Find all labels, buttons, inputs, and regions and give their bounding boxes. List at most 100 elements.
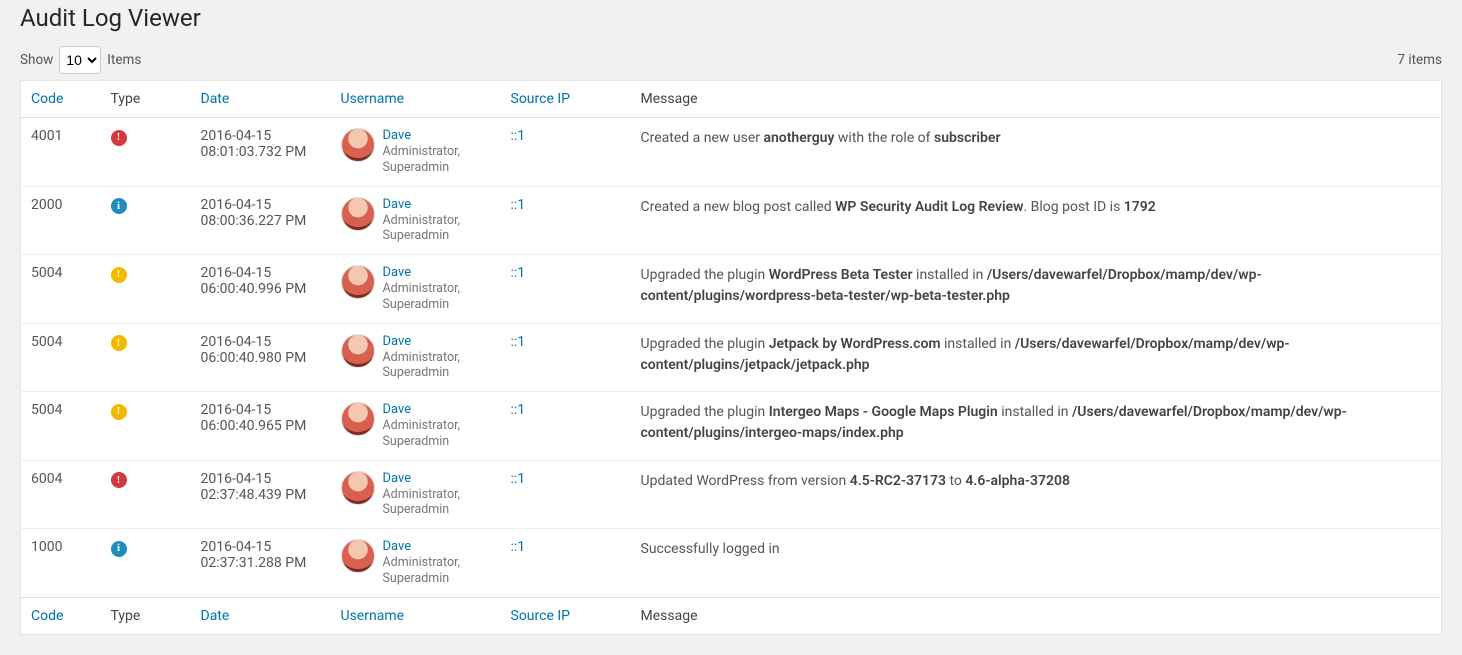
cell-code: 5004 [21,323,101,392]
cell-type: ! [101,118,191,187]
message-text: Created a new user anotherguy with the r… [641,128,1432,149]
user-link[interactable]: Dave [383,402,491,418]
date-line1: 2016-04-15 [201,539,321,555]
message-text: Successfully logged in [641,539,1432,560]
cell-source-ip: ::1 [501,392,631,461]
cell-type: ! [101,460,191,529]
cell-message: Upgraded the plugin Jetpack by WordPress… [631,323,1442,392]
user-link[interactable]: Dave [383,265,491,281]
col-header-code[interactable]: Code [31,91,63,107]
date-line2: 02:37:48.439 PM [201,487,321,503]
cell-username: DaveAdministrator, Superadmin [331,392,501,461]
user-link[interactable]: Dave [383,197,491,213]
info-icon: i [111,541,127,557]
source-ip-link[interactable]: ::1 [511,128,526,144]
user-role: Administrator, Superadmin [383,555,491,586]
cell-date: 2016-04-1508:01:03.732 PM [191,118,331,187]
cell-username: DaveAdministrator, Superadmin [331,186,501,255]
col-footer-source-ip[interactable]: Source IP [511,608,571,624]
cell-source-ip: ::1 [501,460,631,529]
message-text: Upgraded the plugin Intergeo Maps - Goog… [641,402,1432,444]
user-role: Administrator, Superadmin [383,144,491,175]
cell-username: DaveAdministrator, Superadmin [331,118,501,187]
cell-source-ip: ::1 [501,323,631,392]
user-link[interactable]: Dave [383,334,491,350]
table-row: 1000 i 2016-04-1502:37:31.288 PM DaveAdmini… [21,529,1442,598]
user-role: Administrator, Superadmin [383,281,491,312]
source-ip-link[interactable]: ::1 [511,539,526,555]
source-ip-link[interactable]: ::1 [511,471,526,487]
source-ip-link[interactable]: ::1 [511,334,526,350]
user-link[interactable]: Dave [383,128,491,144]
cell-date: 2016-04-1506:00:40.980 PM [191,323,331,392]
cell-type: i [101,186,191,255]
col-footer-message: Message [631,597,1442,634]
date-line1: 2016-04-15 [201,334,321,350]
message-text: Upgraded the plugin Jetpack by WordPress… [641,334,1432,376]
avatar [341,334,375,368]
date-line2: 08:00:36.227 PM [201,213,321,229]
user-link[interactable]: Dave [383,471,491,487]
show-label: Show [20,52,53,68]
message-text: Updated WordPress from version 4.5-RC2-3… [641,471,1432,492]
avatar [341,539,375,573]
source-ip-link[interactable]: ::1 [511,197,526,213]
col-footer-date[interactable]: Date [201,608,230,624]
col-footer-code[interactable]: Code [31,608,63,624]
cell-username: DaveAdministrator, Superadmin [331,255,501,324]
avatar [341,265,375,299]
date-line2: 08:01:03.732 PM [201,144,321,160]
date-line1: 2016-04-15 [201,197,321,213]
avatar [341,128,375,162]
per-page-select[interactable]: 10 [59,46,101,74]
cell-message: Updated WordPress from version 4.5-RC2-3… [631,460,1442,529]
cell-source-ip: ::1 [501,529,631,598]
cell-message: Created a new blog post called WP Securi… [631,186,1442,255]
cell-type: ! [101,323,191,392]
user-role: Administrator, Superadmin [383,418,491,449]
avatar [341,471,375,505]
info-icon: i [111,198,127,214]
message-text: Created a new blog post called WP Securi… [641,197,1432,218]
cell-message: Upgraded the plugin Intergeo Maps - Goog… [631,392,1442,461]
col-footer-username[interactable]: Username [341,608,405,624]
cell-date: 2016-04-1508:00:36.227 PM [191,186,331,255]
critical-icon: ! [111,130,127,146]
cell-date: 2016-04-1506:00:40.965 PM [191,392,331,461]
col-header-username[interactable]: Username [341,91,405,107]
date-line2: 02:37:31.288 PM [201,555,321,571]
cell-type: ! [101,255,191,324]
source-ip-link[interactable]: ::1 [511,265,526,281]
cell-code: 5004 [21,392,101,461]
date-line2: 06:00:40.965 PM [201,418,321,434]
table-row: 2000i2016-04-1508:00:36.227 PMDaveAdmini… [21,186,1442,255]
cell-code: 5004 [21,255,101,324]
cell-code: 2000 [21,186,101,255]
cell-source-ip: ::1 [501,186,631,255]
cell-type: ! [101,392,191,461]
cell-message: Upgraded the plugin WordPress Beta Teste… [631,255,1442,324]
audit-log-table: Code Type Date Username Source IP Messag… [20,80,1442,635]
user-role: Administrator, Superadmin [383,350,491,381]
cell-message: Created a new user anotherguy with the r… [631,118,1442,187]
user-link[interactable]: Dave [383,539,491,555]
cell-date: 2016-04-1506:00:40.996 PM [191,255,331,324]
table-row: 5004!2016-04-1506:00:40.965 PMDaveAdmini… [21,392,1442,461]
date-line1: 2016-04-15 [201,128,321,144]
cell-username: DaveAdministrator, Superadmin [331,460,501,529]
cell-message: Successfully logged in [631,529,1442,598]
cell-type: i [101,529,191,598]
table-row: 5004!2016-04-1506:00:40.980 PM DaveAdmini… [21,323,1442,392]
col-header-message: Message [631,81,1442,118]
cell-date: 2016-04-1502:37:48.439 PM [191,460,331,529]
cell-code: 6004 [21,460,101,529]
source-ip-link[interactable]: ::1 [511,402,526,418]
page-title: Audit Log Viewer [20,4,1442,32]
col-header-date[interactable]: Date [201,91,230,107]
col-header-type: Type [101,81,191,118]
warning-icon: ! [111,267,127,283]
cell-code: 1000 [21,529,101,598]
col-header-source-ip[interactable]: Source IP [511,91,571,107]
total-items-text: 7 items [1397,52,1442,68]
date-line1: 2016-04-15 [201,402,321,418]
